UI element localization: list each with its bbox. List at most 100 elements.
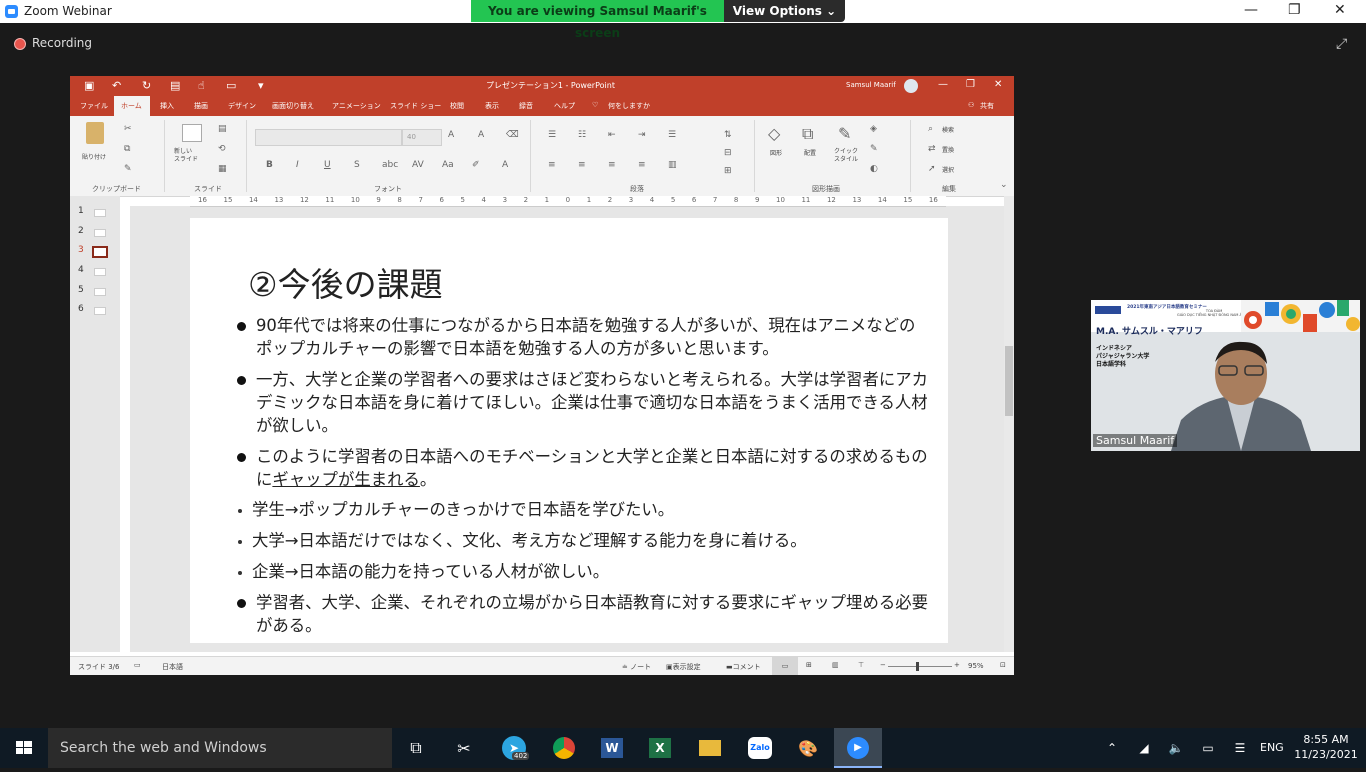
avatar[interactable]: [904, 79, 918, 93]
new-slide-icon[interactable]: [182, 124, 202, 142]
align-text-icon[interactable]: ⊟: [724, 148, 732, 158]
font-color-icon[interactable]: A: [502, 160, 508, 170]
shadow-icon[interactable]: S: [354, 160, 360, 170]
paste-label[interactable]: 貼り付け: [82, 152, 106, 161]
slide-thumbnail[interactable]: [94, 268, 106, 276]
align-center-icon[interactable]: ≡: [578, 160, 586, 170]
char-spacing-icon[interactable]: AV: [412, 160, 424, 170]
tab-home[interactable]: ホーム: [114, 96, 150, 116]
tab-draw[interactable]: 描画: [194, 101, 208, 111]
paint-icon[interactable]: 🎨: [788, 734, 828, 762]
quick-styles-label[interactable]: クイック スタイル: [834, 148, 858, 164]
fullscreen-icon[interactable]: ⤢: [1336, 36, 1352, 52]
highlight-icon[interactable]: ✐: [472, 160, 480, 170]
underline-icon[interactable]: U: [324, 160, 331, 170]
slide-thumbnail[interactable]: [94, 288, 106, 296]
arrange-icon[interactable]: ⧉: [802, 124, 813, 144]
font-size-field[interactable]: 40: [402, 129, 442, 146]
save-icon[interactable]: ▣: [84, 79, 94, 92]
touch-mode-icon[interactable]: ☝: [198, 79, 205, 92]
shapes-label[interactable]: 図形: [770, 148, 782, 157]
align-left-icon[interactable]: ≡: [548, 160, 556, 170]
tab-record[interactable]: 録音: [519, 101, 533, 111]
zoom-app-icon[interactable]: ▶: [834, 728, 882, 768]
align-right-icon[interactable]: ≡: [608, 160, 616, 170]
clock[interactable]: 8:55 AM 11/23/2021: [1294, 732, 1358, 762]
line-spacing-icon[interactable]: ☰: [668, 130, 676, 140]
zoom-slider[interactable]: [888, 662, 952, 671]
start-button[interactable]: [0, 728, 48, 768]
comments-button[interactable]: ▬コメント: [726, 662, 761, 672]
shape-outline-icon[interactable]: ✎: [870, 144, 878, 154]
file-explorer-icon[interactable]: [690, 734, 730, 762]
normal-view-icon[interactable]: ▭: [772, 657, 798, 675]
scrollbar-thumb[interactable]: [1005, 346, 1013, 416]
collapse-ribbon-icon[interactable]: ⌄: [1000, 180, 1008, 190]
strikethrough-icon[interactable]: abc: [382, 160, 398, 170]
customize-qat-icon[interactable]: ▾: [258, 79, 264, 92]
clear-format-icon[interactable]: ⌫: [506, 130, 519, 140]
tab-insert[interactable]: 挿入: [160, 101, 174, 111]
shapes-icon[interactable]: ◇: [768, 124, 780, 143]
replace-icon[interactable]: ⇄: [928, 144, 936, 154]
tab-slideshow[interactable]: スライド ショー: [390, 101, 441, 111]
tab-help[interactable]: ヘルプ: [554, 101, 575, 111]
tab-file[interactable]: ファイル: [80, 101, 108, 111]
tab-animations[interactable]: アニメーション: [332, 101, 381, 111]
italic-icon[interactable]: I: [296, 160, 299, 170]
tab-view[interactable]: 表示: [485, 101, 499, 111]
bullet-item[interactable]: 一方、大学と企業の学習者への要求はさほど変わらないと考えられる。大学は学習者にア…: [237, 368, 928, 437]
increase-indent-icon[interactable]: ⇥: [638, 130, 646, 140]
format-painter-icon[interactable]: ✎: [124, 164, 132, 174]
font-name-field[interactable]: [255, 129, 402, 146]
chrome-icon[interactable]: [544, 734, 584, 762]
layout-dropdown-icon[interactable]: ▤: [218, 124, 227, 134]
fit-slide-icon[interactable]: ⊡: [1000, 661, 1006, 669]
slide-sorter-icon[interactable]: ⊞: [806, 661, 812, 669]
replace-button[interactable]: 置換: [942, 145, 954, 154]
start-slideshow-icon[interactable]: ▤: [170, 79, 180, 92]
share-button[interactable]: 共有: [980, 101, 994, 111]
tab-transitions[interactable]: 画面切り替え: [272, 101, 314, 111]
shape-effects-icon[interactable]: ◐: [870, 164, 878, 174]
reset-icon[interactable]: ⟲: [218, 144, 226, 154]
snipping-tool-icon[interactable]: ✂: [444, 734, 484, 762]
arrange-label[interactable]: 配置: [804, 148, 816, 157]
maximize-icon[interactable]: ❐: [1288, 2, 1301, 18]
vertical-scrollbar[interactable]: [1004, 196, 1014, 652]
reading-view-icon[interactable]: ▥: [832, 661, 839, 669]
grow-font-icon[interactable]: A: [448, 130, 454, 140]
undo-icon[interactable]: ↶: [112, 79, 121, 92]
numbering-icon[interactable]: ☷: [578, 130, 586, 140]
find-button[interactable]: 検索: [942, 125, 954, 134]
zalo-icon[interactable]: Zalo: [740, 734, 780, 762]
input-language[interactable]: ENG: [1260, 741, 1284, 754]
slide-thumbnail-selected[interactable]: [92, 246, 108, 258]
bullet-item[interactable]: このように学習者の日本語へのモチベーションと大学と企業と日本語に対するの求めるも…: [237, 445, 928, 491]
notes-button[interactable]: ≐ ノート: [622, 662, 651, 672]
ppt-close-icon[interactable]: ✕: [994, 79, 1002, 90]
view-options-button[interactable]: View Options ⌄: [724, 0, 845, 22]
display-settings-button[interactable]: ▣表示設定: [666, 662, 701, 672]
bullets-icon[interactable]: ☰: [548, 130, 556, 140]
slideshow-view-icon[interactable]: ⊤: [858, 661, 864, 669]
tab-design[interactable]: デザイン: [228, 101, 256, 111]
close-icon[interactable]: ✕: [1334, 2, 1346, 18]
select-button[interactable]: 選択: [942, 165, 954, 174]
slide-canvas[interactable]: ②今後の課題 90年代では将来の仕事につながるから日本語を勉強する人が多いが、現…: [190, 218, 948, 643]
section-icon[interactable]: ▦: [218, 164, 227, 174]
bullet-item[interactable]: 90年代では将来の仕事につながるから日本語を勉強する人が多いが、現在はアニメなど…: [237, 314, 928, 360]
change-case-icon[interactable]: Aa: [442, 160, 454, 170]
ppt-minimize-icon[interactable]: —: [938, 79, 948, 90]
slide-thumbnail[interactable]: [94, 229, 106, 237]
ppt-maximize-icon[interactable]: ❐: [966, 79, 975, 90]
zoom-percent[interactable]: 95%: [968, 662, 984, 670]
tell-me-search[interactable]: 何をしますか: [608, 101, 650, 111]
zoom-out-icon[interactable]: −: [880, 661, 886, 669]
find-icon[interactable]: ⌕: [928, 124, 933, 134]
copy-icon[interactable]: ⧉: [124, 144, 130, 154]
decrease-indent-icon[interactable]: ⇤: [608, 130, 616, 140]
word-icon[interactable]: W: [592, 734, 632, 762]
slide-thumbnail[interactable]: [94, 307, 106, 315]
task-view-icon[interactable]: ⧉: [396, 734, 436, 762]
